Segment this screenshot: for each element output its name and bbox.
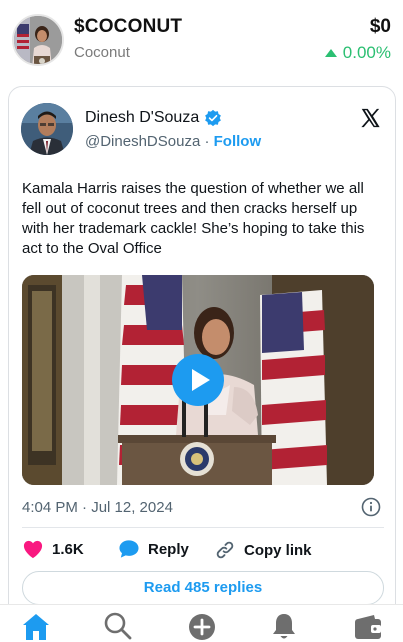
nav-wallet[interactable] — [352, 611, 384, 641]
like-count: 1.6K — [52, 540, 84, 558]
author-handle[interactable]: @DineshDSouza — [85, 133, 200, 150]
plus-circle-icon — [189, 614, 215, 640]
wallet-icon — [355, 615, 381, 639]
tweet-actions: 1.6K Reply Copy link — [22, 539, 384, 561]
tweet-card[interactable]: Dinesh D'Souza @DineshDSouza · Follow Ka… — [8, 86, 396, 626]
tweet-text: Kamala Harris raises the question of whe… — [22, 180, 365, 257]
author-handle-row: @DineshDSouza · Follow — [85, 133, 261, 150]
play-button[interactable] — [172, 354, 224, 406]
bottom-nav — [0, 604, 403, 642]
token-ticker: $COCONUT — [74, 16, 183, 37]
search-icon — [104, 612, 132, 640]
token-price: $0 — [369, 16, 391, 37]
tweet-timestamp[interactable]: 4:04 PM · Jul 12, 2024 — [22, 499, 173, 516]
nav-notifications[interactable] — [268, 611, 300, 641]
author-name-text: Dinesh D'Souza — [85, 109, 200, 126]
trend-up-icon — [324, 49, 337, 57]
author-name[interactable]: Dinesh D'Souza — [85, 109, 222, 127]
bell-icon — [273, 614, 295, 639]
token-name: Coconut — [74, 44, 130, 61]
token-avatar-image — [14, 16, 62, 64]
like-button[interactable]: 1.6K — [22, 539, 84, 559]
tweet-video[interactable] — [22, 275, 374, 485]
copy-link-button[interactable]: Copy link — [214, 539, 312, 561]
token-header: $COCONUT Coconut $0 0.00% — [0, 0, 403, 80]
read-replies-button[interactable]: Read 485 replies — [22, 571, 384, 605]
token-avatar[interactable] — [12, 14, 64, 66]
nav-home[interactable] — [20, 611, 52, 641]
heart-icon — [23, 540, 43, 559]
follow-button[interactable]: Follow — [214, 133, 262, 150]
handle-separator: · — [200, 133, 214, 150]
speech-bubble-icon — [119, 540, 139, 558]
divider — [22, 527, 384, 528]
verified-badge-icon — [205, 109, 222, 127]
x-logo-icon[interactable] — [359, 107, 381, 129]
reply-label: Reply — [148, 540, 189, 558]
play-icon — [192, 369, 210, 391]
home-icon — [23, 614, 49, 640]
info-icon[interactable] — [361, 497, 381, 517]
link-icon — [216, 541, 234, 559]
author-avatar[interactable] — [21, 103, 73, 155]
copy-link-label: Copy link — [244, 541, 312, 559]
token-change-value: 0.00% — [342, 43, 391, 62]
nav-search[interactable] — [102, 611, 134, 641]
author-avatar-image — [21, 103, 73, 155]
nav-create[interactable] — [186, 611, 218, 641]
reply-button[interactable]: Reply — [118, 539, 189, 559]
token-change: 0.00% — [324, 43, 391, 63]
